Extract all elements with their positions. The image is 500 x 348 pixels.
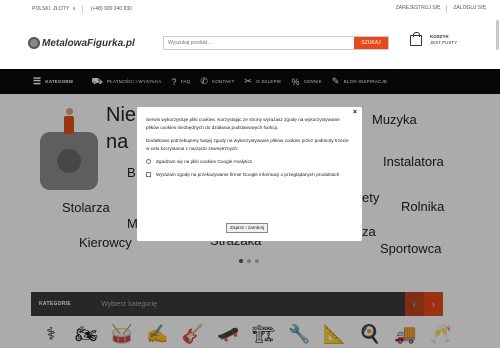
logo-text: MetalowaFigurka.pl	[42, 37, 135, 49]
cookie-modal: × Serwis wykorzystuje pliki cookies. Kor…	[137, 107, 362, 241]
divider	[446, 5, 448, 13]
cookie-text-2: Dodatkowo potrzebujemy twojej zgody na w…	[146, 138, 349, 151]
option-label: Wyrażam zgodę na przekazywanie firmie Go…	[156, 171, 340, 177]
register-link[interactable]: ZAREJESTRUJ SIĘ	[396, 5, 441, 13]
search-bar: SZUKAJ	[163, 36, 389, 50]
nut-icon	[28, 37, 40, 49]
cookie-option-analytics[interactable]: Zgadzam się na pliki cookies Google Anal…	[146, 158, 353, 166]
shopping-bag-icon	[410, 31, 422, 46]
divider	[81, 5, 83, 13]
chevron-down-icon: ∨	[72, 6, 76, 12]
login-link[interactable]: ZALOGUJ SIĘ	[453, 5, 486, 13]
currency-label: ZŁOTY	[53, 6, 70, 12]
checkbox[interactable]	[146, 159, 151, 164]
search-button[interactable]: SZUKAJ	[354, 37, 388, 49]
language-selector[interactable]: POLSKI ZŁOTY ∨	[32, 6, 76, 12]
phone-number[interactable]: (+48) 900 240 830	[91, 6, 132, 12]
scrollbar[interactable]	[496, 20, 499, 50]
option-label: Zgadzam się na pliki cookies Google Anal…	[156, 159, 253, 164]
cookie-text-1: Serwis wykorzystuje pliki cookies. Korzy…	[146, 117, 340, 130]
save-close-button[interactable]: Zapisz i zamknij	[226, 223, 269, 233]
checkbox[interactable]	[146, 171, 151, 177]
top-bar: POLSKI ZŁOTY ∨ (+48) 900 240 830 ZAREJES…	[0, 0, 500, 18]
cart-status: JEST PUSTY	[430, 40, 458, 45]
logo[interactable]: MetalowaFigurka.pl	[28, 37, 135, 49]
cart[interactable]: KOSZYK JEST PUSTY	[410, 31, 458, 46]
language-label: POLSKI	[32, 6, 51, 12]
search-input[interactable]	[164, 37, 354, 49]
close-icon[interactable]: ×	[353, 109, 357, 117]
cookie-option-google[interactable]: Wyrażam zgodę na przekazywanie firmie Go…	[146, 171, 353, 179]
